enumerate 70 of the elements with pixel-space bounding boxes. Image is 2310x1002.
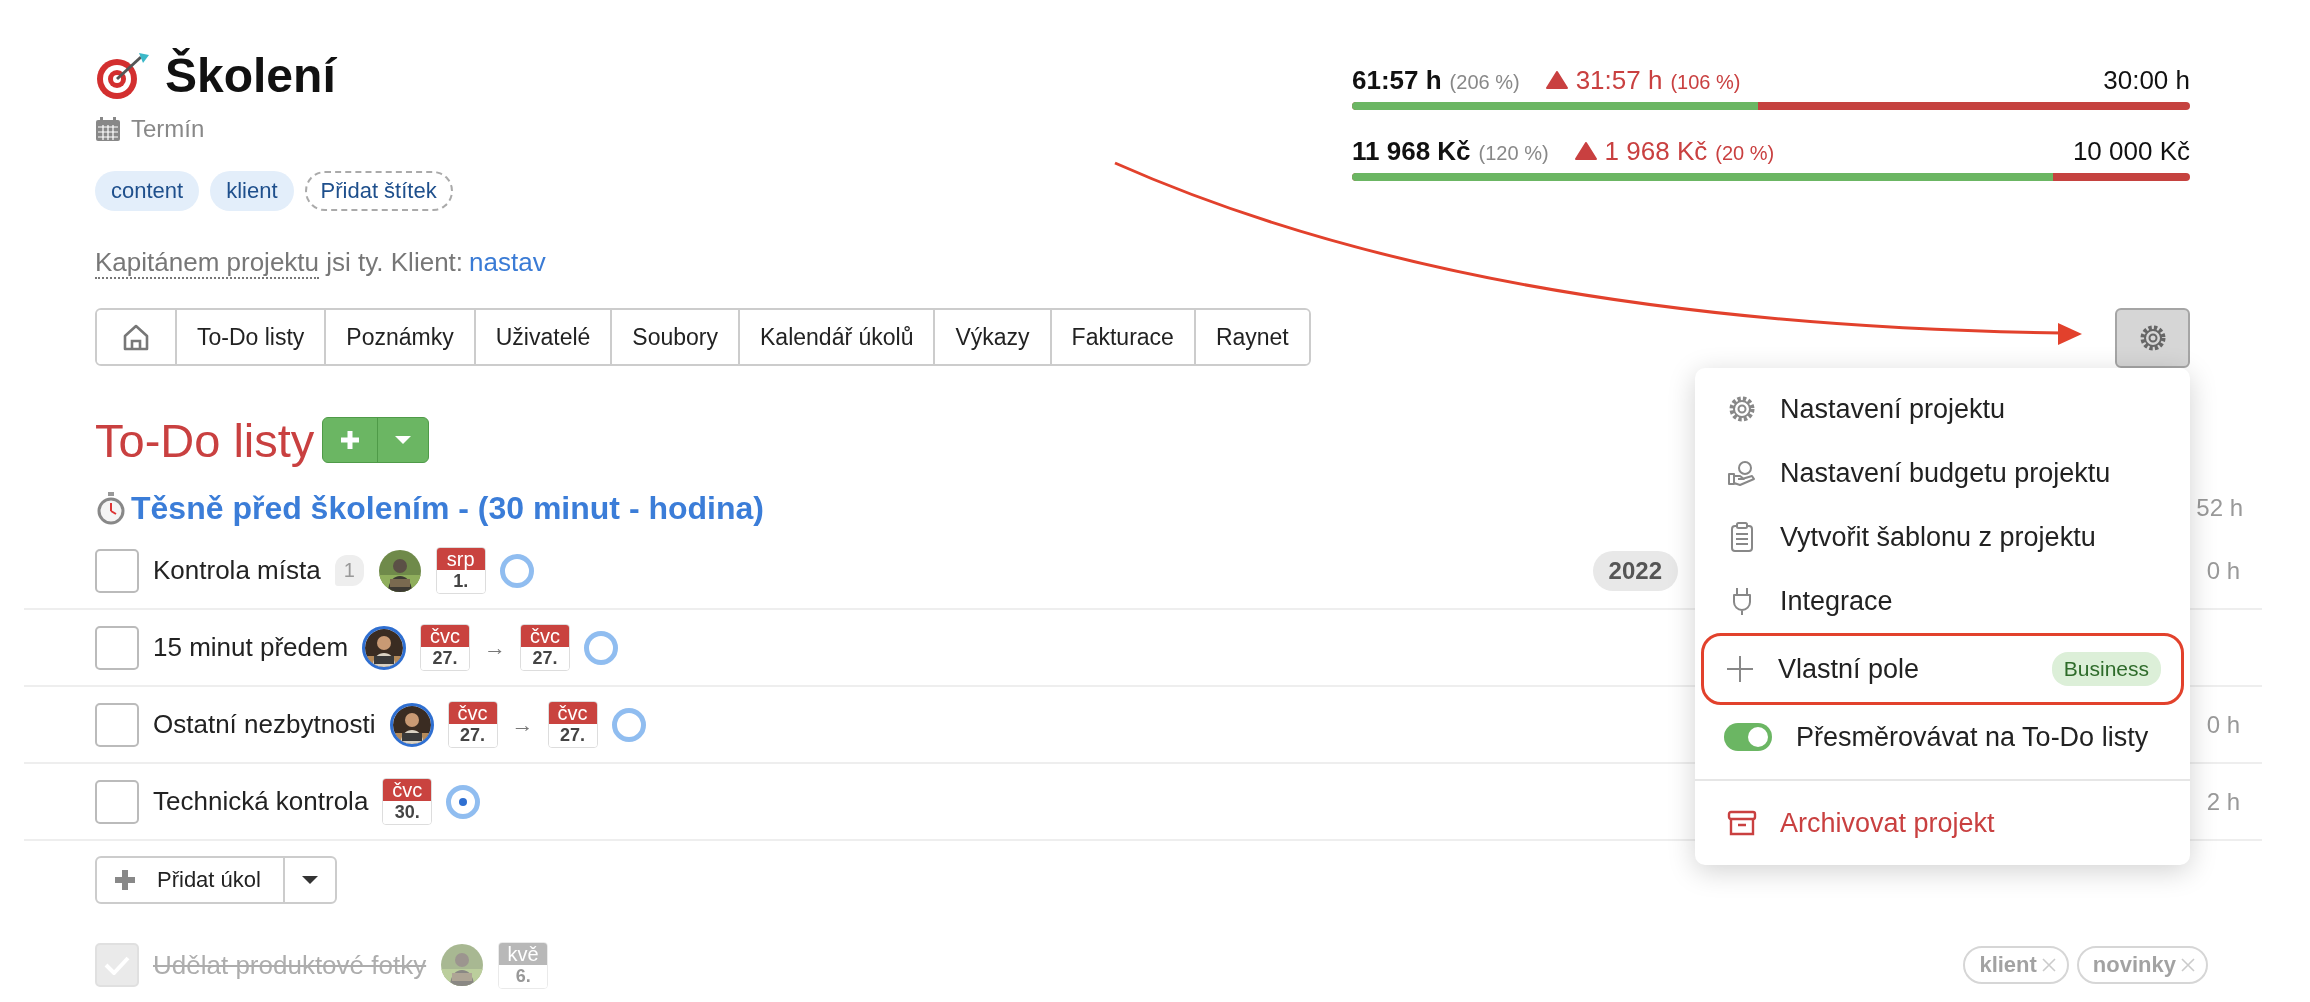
spent-percent: (120 %) [1478,142,1549,165]
task-title[interactable]: Technická kontrola [153,786,369,817]
menu-item[interactable]: Archivovat projekt [1695,791,2190,855]
tab[interactable]: Raynet [1193,310,1309,364]
spent-value: 61:57 h [1352,65,1442,96]
task-hours: 2 h [2205,787,2240,816]
date-month: čvc [421,625,470,647]
checkbox[interactable] [95,779,139,824]
overrun-percent: (106 %) [1670,71,1741,94]
task-hours: 0 h [2205,556,2240,585]
menu-item[interactable]: Integrace [1695,569,2190,633]
date-month: kvě [499,942,548,965]
list-total-hours: 52 h [2196,494,2243,522]
due-date-label[interactable]: Termín [131,115,205,143]
date-month: čvc [548,702,597,724]
remove-icon [2040,957,2057,973]
project-title: Školení [165,47,336,103]
checkbox[interactable] [95,702,139,747]
add-task-button[interactable]: Přidat úkol [95,856,337,904]
date-month: čvc [448,702,497,724]
menu-item[interactable]: Nastavení budgetu projektu [1695,441,2190,505]
overrun-value: 1 968 Kč [1604,136,1708,167]
year-badge: 2022 [1592,550,1678,591]
warning-triangle-icon [1574,142,1597,160]
budget-limit: 30:00 h [2103,65,2190,96]
task-hours: 0 h [2205,710,2240,739]
checkbox[interactable] [95,943,139,987]
checkbox[interactable] [95,548,139,593]
section-title: To-Do listy [95,412,315,468]
comment-count: 1 [334,555,364,586]
task-title[interactable]: Kontrola místa [153,555,321,586]
home-icon [121,322,151,352]
budget-limit: 10 000 Kč [2072,136,2190,167]
menu-item[interactable]: Vytvořit šablonu z projektu [1695,505,2190,569]
overrun-percent: (20 %) [1715,142,1775,165]
calendar-icon [95,116,121,142]
date-month: čvc [383,779,432,801]
remove-icon [2180,957,2196,973]
caret-icon [300,875,319,885]
menu-item[interactable]: Vlastní pole Business [1701,633,2184,705]
caret-icon [394,435,413,445]
overrun-value: 31:57 h [1575,65,1663,96]
settings-button[interactable] [2115,308,2190,368]
add-tag-button[interactable]: Přidat štítek [304,171,453,211]
checkbox[interactable] [95,625,139,670]
add-list-button[interactable] [322,417,430,463]
plus-icon [1724,653,1756,685]
toggle-label: Přesměrovávat na To-Do listy [1796,721,2149,753]
tag-label: klient [1979,952,2037,978]
toggle-switch[interactable] [1724,723,1772,751]
client-link[interactable]: nastav [469,247,546,278]
warning-triangle-icon [1545,71,1568,89]
tag: klient [210,171,294,211]
date-arrow: → [511,711,534,738]
owner-note: Kapitánem projektu jsi ty. Klient: [95,247,464,278]
spent-percent: (206 %) [1449,71,1520,94]
tag-label: novinky [2092,952,2176,978]
stopwatch-icon [95,491,127,525]
menu-item[interactable]: Nastavení projektu [1695,377,2190,441]
list-title[interactable]: Těsně před školením - (30 minut - hodina) [131,489,764,527]
plan-badge: Business [2051,652,2161,686]
date-month: čvc [521,625,570,647]
task-title[interactable]: 15 minut předem [153,632,349,663]
progress-ring[interactable] [446,784,481,819]
plus-icon [113,868,137,892]
date-arrow: → [484,634,507,661]
task-title[interactable]: Ostatní nezbytnosti [153,709,376,740]
tag: content [95,171,200,211]
date-month: srp [436,548,485,570]
spent-value: 11 968 Kč [1352,136,1471,167]
